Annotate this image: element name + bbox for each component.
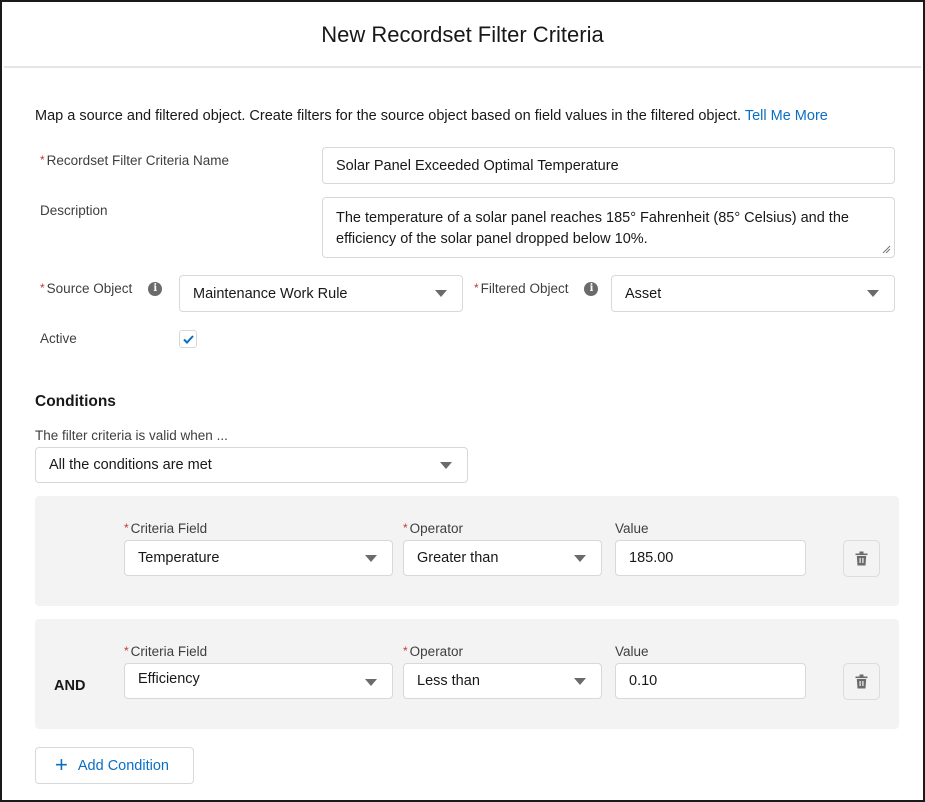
operator-select[interactable]: Less than — [403, 663, 602, 699]
source-object-label: * Source Object i — [40, 281, 163, 296]
operator-value: Greater than — [417, 550, 499, 566]
required-marker: * — [124, 644, 129, 658]
required-marker: * — [40, 153, 45, 167]
condition-connector: AND — [54, 678, 86, 694]
description-value: The temperature of a solar panel reaches… — [336, 210, 849, 247]
add-condition-label: Add Condition — [77, 757, 169, 774]
info-icon[interactable]: i — [148, 281, 163, 296]
plus-icon: + — [55, 751, 68, 777]
info-icon[interactable]: i — [584, 281, 599, 296]
chevron-down-icon — [574, 677, 586, 685]
operator-label-text: Operator — [409, 644, 463, 659]
filtered-object-select[interactable]: Asset — [611, 275, 895, 312]
resize-handle-icon[interactable] — [882, 245, 891, 254]
delete-condition-button[interactable] — [843, 663, 880, 700]
intro-text: Map a source and filtered object. Create… — [35, 108, 828, 124]
operator-label-text: Operator — [409, 521, 463, 536]
trash-icon — [855, 551, 868, 566]
value-input-value: 185.00 — [629, 550, 674, 566]
name-label: * Recordset Filter Criteria Name — [40, 153, 229, 168]
required-marker: * — [403, 521, 408, 535]
filtered-object-value: Asset — [625, 285, 662, 302]
source-object-select[interactable]: Maintenance Work Rule — [179, 275, 463, 312]
chevron-down-icon — [574, 554, 586, 562]
required-marker: * — [403, 644, 408, 658]
source-object-value: Maintenance Work Rule — [193, 285, 348, 302]
logic-select[interactable]: All the conditions are met — [35, 447, 468, 483]
criteria-field-label: * Criteria Field — [124, 644, 207, 659]
operator-value: Less than — [417, 673, 480, 689]
chevron-down-icon — [440, 461, 452, 469]
source-object-label-text: Source Object — [46, 281, 133, 296]
operator-select[interactable]: Greater than — [403, 540, 602, 576]
value-input[interactable]: 185.00 — [615, 540, 806, 576]
logic-label: The filter criteria is valid when ... — [35, 428, 228, 443]
value-input[interactable]: 0.10 — [615, 663, 806, 699]
value-input-value: 0.10 — [629, 673, 658, 689]
required-marker: * — [124, 521, 129, 535]
value-label: Value — [615, 644, 649, 659]
condition-row: * Criteria Field Temperature * Operator Gr… — [35, 496, 899, 606]
description-textarea[interactable]: The temperature of a solar panel reaches… — [322, 197, 895, 258]
description-label: Description — [40, 203, 108, 218]
modal-window: New Recordset Filter Criteria Map a sour… — [0, 0, 925, 802]
criteria-field-label-text: Criteria Field — [130, 644, 208, 659]
trash-icon — [855, 674, 868, 689]
conditions-heading: Conditions — [35, 393, 116, 410]
criteria-field-value: Temperature — [138, 550, 220, 566]
delete-condition-button[interactable] — [843, 540, 880, 577]
operator-label: * Operator — [403, 521, 463, 536]
criteria-field-label-text: Criteria Field — [130, 521, 208, 536]
name-input[interactable]: Solar Panel Exceeded Optimal Temperature — [322, 147, 895, 184]
chevron-down-icon — [867, 290, 879, 297]
criteria-field-select[interactable]: Temperature — [124, 540, 393, 576]
chevron-down-icon — [365, 554, 377, 562]
filtered-object-label: * Filtered Object i — [474, 281, 599, 296]
active-label: Active — [40, 331, 77, 346]
modal-header: New Recordset Filter Criteria — [4, 4, 921, 68]
required-marker: * — [474, 281, 479, 295]
name-input-value: Solar Panel Exceeded Optimal Temperature — [336, 157, 619, 174]
required-marker: * — [40, 281, 45, 295]
filtered-object-label-text: Filtered Object — [480, 281, 569, 296]
checkmark-icon — [182, 334, 194, 344]
active-checkbox[interactable] — [179, 330, 197, 348]
intro-description: Map a source and filtered object. Create… — [35, 108, 742, 124]
chevron-down-icon — [365, 679, 377, 686]
criteria-field-select[interactable]: Efficiency — [124, 663, 393, 699]
name-label-text: Recordset Filter Criteria Name — [46, 153, 229, 168]
criteria-field-value: Efficiency — [138, 671, 200, 687]
operator-label: * Operator — [403, 644, 463, 659]
chevron-down-icon — [435, 290, 447, 297]
modal-title: New Recordset Filter Criteria — [321, 22, 604, 47]
add-condition-button[interactable]: + Add Condition — [35, 747, 194, 784]
criteria-field-label: * Criteria Field — [124, 521, 207, 536]
logic-select-value: All the conditions are met — [49, 457, 212, 473]
condition-row: AND * Criteria Field Efficiency * Operator… — [35, 619, 899, 729]
tell-me-more-link[interactable]: Tell Me More — [745, 108, 828, 124]
value-label: Value — [615, 521, 649, 536]
